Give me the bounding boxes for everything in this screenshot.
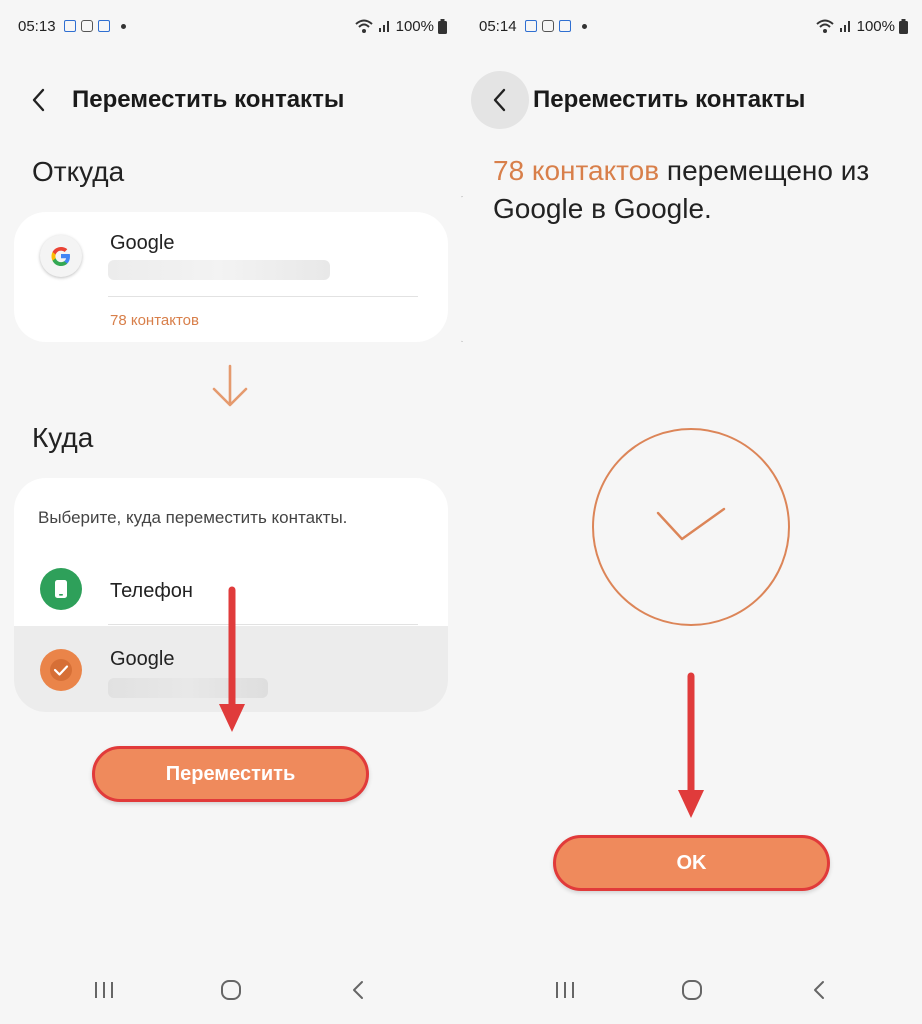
google-g-icon bbox=[40, 235, 82, 277]
system-back-button[interactable] bbox=[799, 970, 839, 1010]
result-count: 78 контактов bbox=[493, 155, 660, 186]
notification-icon bbox=[63, 20, 76, 32]
red-pointer-arrow-icon bbox=[219, 586, 245, 732]
phone-icon bbox=[40, 568, 82, 610]
back-arrow-icon bbox=[813, 981, 824, 999]
battery-icon bbox=[438, 18, 447, 34]
wifi-icon bbox=[354, 19, 373, 33]
app-bar: Переместить контакты bbox=[461, 70, 922, 130]
recent-apps-icon bbox=[94, 982, 113, 998]
app-bar: Переместить контакты bbox=[0, 70, 461, 130]
source-account-name: Google bbox=[110, 232, 175, 254]
result-message: 78 контактов перемещено из Google в Goog… bbox=[493, 152, 903, 228]
option-phone-label: Телефон bbox=[110, 580, 193, 602]
system-nav-bar bbox=[461, 970, 922, 1010]
notification-icon bbox=[97, 20, 110, 32]
ok-button[interactable]: OK bbox=[553, 835, 830, 891]
recent-apps-button[interactable] bbox=[545, 970, 585, 1010]
divider bbox=[108, 296, 418, 297]
camera-notification-icon bbox=[541, 20, 554, 32]
move-result-screen: 05:14 100% Переместить контакты 78 конта… bbox=[461, 0, 922, 1024]
blurred-email bbox=[108, 260, 330, 280]
back-button[interactable] bbox=[471, 71, 529, 129]
home-icon bbox=[220, 980, 241, 1000]
checkmark-icon bbox=[656, 507, 726, 541]
to-section-label: Куда bbox=[32, 422, 94, 453]
notification-icon bbox=[524, 20, 537, 32]
back-arrow-icon bbox=[352, 981, 363, 999]
check-icon bbox=[40, 649, 82, 691]
more-notifications-dot-icon bbox=[581, 23, 587, 29]
divider bbox=[108, 624, 418, 625]
option-google-label: Google bbox=[110, 648, 175, 670]
chevron-left-icon bbox=[493, 88, 506, 112]
move-contacts-screen: 05:13 100% Переместить контакты Откуда G… bbox=[0, 0, 461, 1024]
recent-apps-button[interactable] bbox=[84, 970, 124, 1010]
home-button[interactable] bbox=[211, 970, 251, 1010]
red-pointer-arrow-icon bbox=[678, 672, 704, 818]
chevron-left-icon bbox=[32, 88, 45, 112]
system-nav-bar bbox=[0, 970, 461, 1010]
battery-percent: 100% bbox=[395, 17, 434, 35]
success-circle bbox=[592, 428, 790, 626]
status-bar: 05:13 100% bbox=[18, 14, 447, 38]
wifi-icon bbox=[815, 19, 834, 33]
recent-apps-icon bbox=[555, 982, 574, 998]
source-account-card: Google 78 контактов bbox=[14, 212, 448, 342]
battery-percent: 100% bbox=[856, 17, 895, 35]
camera-notification-icon bbox=[80, 20, 93, 32]
move-button[interactable]: Переместить bbox=[92, 746, 369, 802]
signal-icon bbox=[378, 21, 389, 32]
from-section-label: Откуда bbox=[32, 156, 125, 187]
source-contact-count: 78 контактов bbox=[110, 312, 199, 329]
status-time: 05:13 bbox=[18, 17, 56, 35]
system-back-button[interactable] bbox=[338, 970, 378, 1010]
signal-icon bbox=[839, 21, 850, 32]
home-button[interactable] bbox=[672, 970, 712, 1010]
page-title: Переместить контакты bbox=[533, 86, 806, 113]
home-icon bbox=[681, 980, 702, 1000]
arrow-down-icon bbox=[212, 364, 248, 407]
status-time: 05:14 bbox=[479, 17, 517, 35]
notification-icon bbox=[558, 20, 571, 32]
battery-icon bbox=[899, 18, 908, 34]
back-button[interactable] bbox=[10, 71, 68, 129]
previous-card-edge bbox=[461, 196, 463, 342]
status-bar: 05:14 100% bbox=[479, 14, 908, 38]
destination-hint: Выберите, куда переместить контакты. bbox=[38, 508, 348, 527]
page-title: Переместить контакты bbox=[72, 86, 345, 113]
more-notifications-dot-icon bbox=[120, 23, 126, 29]
